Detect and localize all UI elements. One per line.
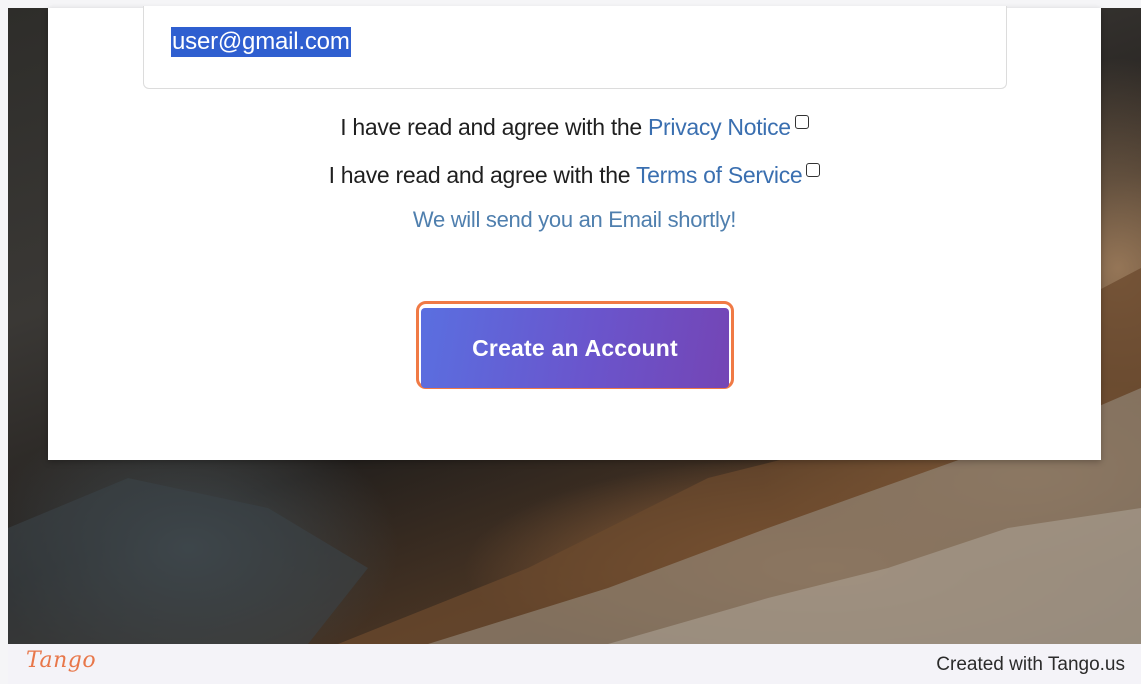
created-with-credit: Created with Tango.us xyxy=(936,654,1125,675)
email-field[interactable]: user@gmail.com xyxy=(143,6,1007,89)
privacy-agreement-row: I have read and agree with the Privacy N… xyxy=(48,114,1101,141)
create-account-button[interactable]: Create an Account xyxy=(421,308,729,388)
terms-agreement-text: I have read and agree with the xyxy=(328,162,636,188)
terms-agreement-row: I have read and agree with the Terms of … xyxy=(48,162,1101,189)
privacy-notice-link[interactable]: Privacy Notice xyxy=(648,114,791,140)
terms-checkbox[interactable] xyxy=(806,163,821,177)
email-notice-text: We will send you an Email shortly! xyxy=(412,207,737,232)
terms-of-service-link[interactable]: Terms of Service xyxy=(636,162,803,188)
tango-footer: Tango Created with Tango.us xyxy=(8,644,1141,684)
privacy-agreement-text: I have read and agree with the xyxy=(340,114,648,140)
email-value-selected[interactable]: user@gmail.com xyxy=(171,27,351,57)
screenshot-frame: user@gmail.com I have read and agree wit… xyxy=(0,0,1141,684)
privacy-checkbox[interactable] xyxy=(794,115,809,129)
tango-logo: Tango xyxy=(26,648,97,673)
signup-card: user@gmail.com I have read and agree wit… xyxy=(48,6,1101,460)
